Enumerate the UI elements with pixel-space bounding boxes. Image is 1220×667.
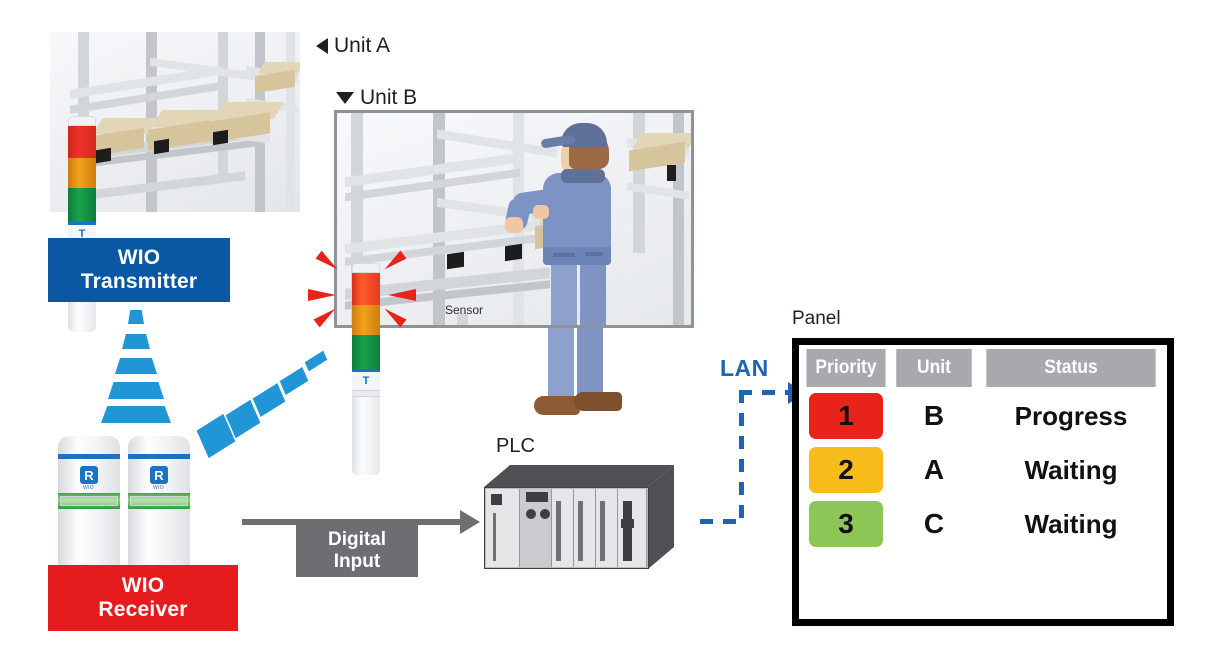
table-row: 2 A Waiting — [803, 445, 1163, 495]
wio-receiver-line2: Receiver — [98, 598, 188, 621]
wireless-wave-diagonal — [195, 300, 360, 459]
wio-receiver-unit-2: R WIO — [128, 436, 190, 578]
receiver-badge-sub-1: WIO — [83, 485, 94, 491]
wio-transmitter-line1: WIO — [117, 245, 161, 269]
plc-label: PLC — [496, 435, 535, 457]
table-header-row: Priority Unit Status — [803, 349, 1163, 387]
receiver-badge-sub-2: WIO — [153, 485, 164, 491]
priority-cell: 2 — [803, 445, 889, 495]
receiver-badge-2: R — [150, 466, 168, 484]
digital-input-arrow-head — [460, 510, 480, 534]
status-cell: Waiting — [1024, 454, 1118, 485]
wio-receiver-unit-1: R WIO — [58, 436, 120, 578]
unit-b-label-text: Unit B — [360, 86, 418, 109]
wio-receiver-tag: WIO Receiver — [48, 565, 238, 631]
panel-box: Priority Unit Status 1 B Progress 2 A Wa… — [792, 338, 1174, 626]
table-row: 1 B Progress — [803, 391, 1163, 441]
wireless-wave-vertical — [96, 310, 186, 423]
lan-path-vertical — [739, 390, 744, 523]
wio-receiver-line1: WIO — [121, 573, 165, 597]
plc-device — [484, 465, 699, 575]
status-cell: Progress — [1014, 400, 1128, 431]
lan-label: LAN — [720, 355, 769, 381]
wio-transmitter-line2: Transmitter — [80, 270, 198, 293]
unit-a-label-text: Unit A — [334, 34, 391, 57]
unit-a-label: Unit A — [316, 34, 390, 58]
lan-path-bottom — [700, 519, 744, 524]
status-cell: Waiting — [1024, 508, 1118, 539]
table-row: 3 C Waiting — [803, 499, 1163, 549]
digital-input-line1: Digital — [327, 528, 387, 550]
lan-path-top — [739, 390, 791, 395]
digital-input-label: Digital Input — [296, 525, 418, 577]
priority-cell: 3 — [803, 499, 889, 549]
priority-badge: 3 — [809, 501, 883, 547]
unit-cell: B — [923, 400, 945, 431]
priority-cell: 1 — [803, 391, 889, 441]
column-header-unit: Unit — [896, 349, 972, 387]
unit-cell: A — [923, 454, 945, 485]
priority-badge: 1 — [809, 393, 883, 439]
column-header-status: Status — [986, 349, 1156, 387]
unit-b-label: Unit B — [336, 86, 417, 110]
triangle-left-icon — [316, 38, 328, 54]
digital-input-line2: Input — [333, 551, 381, 572]
triangle-down-icon — [336, 92, 354, 104]
column-header-priority: Priority — [806, 349, 886, 387]
sensor-label: Sensor — [445, 303, 484, 317]
wio-transmitter-tag: WIO Transmitter — [48, 238, 230, 302]
panel-table-body: 1 B Progress 2 A Waiting 3 C Waiting — [803, 391, 1163, 549]
priority-badge: 2 — [809, 447, 883, 493]
receiver-badge-1: R — [80, 466, 98, 484]
diagram-canvas: T Unit A Unit B Sensor T WIO Transmitter… — [0, 0, 1220, 667]
unit-cell: C — [923, 508, 945, 539]
panel-title: Panel — [792, 308, 841, 329]
panel-table: Priority Unit Status 1 B Progress 2 A Wa… — [799, 345, 1167, 553]
